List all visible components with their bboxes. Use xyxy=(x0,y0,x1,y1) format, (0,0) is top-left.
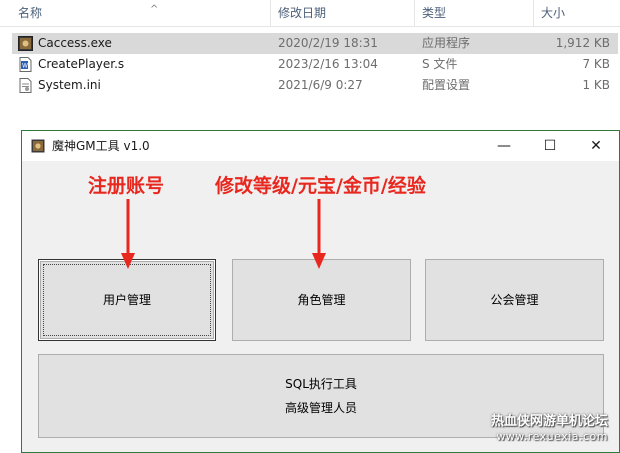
column-name-label: 名称 xyxy=(18,6,43,20)
window-title: 魔神GM工具 v1.0 xyxy=(52,139,150,153)
minimize-button[interactable]: — xyxy=(481,131,527,161)
guild-manage-label: 公会管理 xyxy=(490,293,539,307)
column-size[interactable]: 大小 xyxy=(535,0,620,27)
arrow-down-icon xyxy=(121,199,135,269)
file-name: CreatePlayer.s xyxy=(38,57,125,71)
svg-text:W: W xyxy=(22,63,28,70)
column-type[interactable]: 类型 xyxy=(416,0,534,27)
user-manage-label: 用户管理 xyxy=(102,293,151,307)
file-name: System.ini xyxy=(38,78,101,92)
watermark: 热血侠网游单机论坛 www.rexuexia.com xyxy=(491,414,608,443)
file-type: S 文件 xyxy=(422,57,458,71)
app-icon xyxy=(31,139,45,153)
column-date-label: 修改日期 xyxy=(278,6,327,20)
role-manage-button[interactable]: 角色管理 xyxy=(232,259,411,341)
close-icon: ✕ xyxy=(590,138,602,154)
role-manage-label: 角色管理 xyxy=(297,293,346,307)
file-row[interactable]: Caccess.exe 2020/2/19 18:31 应用程序 1,912 K… xyxy=(12,33,618,54)
user-manage-button[interactable]: 用户管理 xyxy=(38,259,216,341)
file-explorer: 名称 ^ 修改日期 类型 大小 Caccess.exe 2020/2/19 18… xyxy=(0,0,620,100)
arrow-down-icon xyxy=(312,199,326,269)
watermark-url: www.rexuexia.com xyxy=(496,430,608,443)
file-name: Caccess.exe xyxy=(38,36,112,50)
column-type-label: 类型 xyxy=(422,6,447,20)
file-date: 2020/2/19 18:31 xyxy=(278,36,378,50)
file-row[interactable]: System.ini 2021/6/9 0:27 配置设置 1 KB xyxy=(12,75,618,96)
file-size: 1 KB xyxy=(582,78,610,92)
file-size: 7 KB xyxy=(582,57,610,71)
close-button[interactable]: ✕ xyxy=(573,131,619,161)
register-annotation: 注册账号 xyxy=(88,175,165,197)
file-type: 配置设置 xyxy=(422,78,471,92)
ini-file-icon xyxy=(19,78,32,93)
maximize-button[interactable]: ☐ xyxy=(527,131,573,161)
window-client-area: 用户管理 角色管理 公会管理 SQL执行工具 高级管理人员 注册账号 修改等级/… xyxy=(22,161,619,452)
watermark-title: 热血侠网游单机论坛 xyxy=(490,414,608,429)
gm-tool-window: 魔神GM工具 v1.0 — ☐ ✕ 用户管理 角色管理 公会管理 SQL执行工具… xyxy=(21,130,620,453)
file-row[interactable]: W CreatePlayer.s 2023/2/16 13:04 S 文件 7 … xyxy=(12,54,618,75)
maximize-icon: ☐ xyxy=(543,138,557,154)
column-header-bar: 名称 ^ 修改日期 类型 大小 xyxy=(0,0,620,27)
file-date: 2023/2/16 13:04 xyxy=(278,57,378,71)
sort-ascending-icon: ^ xyxy=(150,4,159,15)
file-size: 1,912 KB xyxy=(555,36,610,50)
app-exe-icon xyxy=(18,36,33,51)
guild-manage-button[interactable]: 公会管理 xyxy=(425,259,604,341)
sql-tool-label: SQL执行工具 xyxy=(285,377,357,391)
admin-label: 高级管理人员 xyxy=(284,401,357,415)
minimize-icon: — xyxy=(497,138,511,154)
title-bar[interactable]: 魔神GM工具 v1.0 — ☐ ✕ xyxy=(22,131,619,161)
column-size-label: 大小 xyxy=(541,6,566,20)
file-date: 2021/6/9 0:27 xyxy=(278,78,363,92)
file-type: 应用程序 xyxy=(422,36,471,50)
column-date[interactable]: 修改日期 xyxy=(272,0,415,27)
modify-annotation: 修改等级/元宝/金币/经验 xyxy=(215,175,426,197)
column-name[interactable]: 名称 ^ xyxy=(12,0,271,27)
sql-file-icon: W xyxy=(19,57,32,72)
